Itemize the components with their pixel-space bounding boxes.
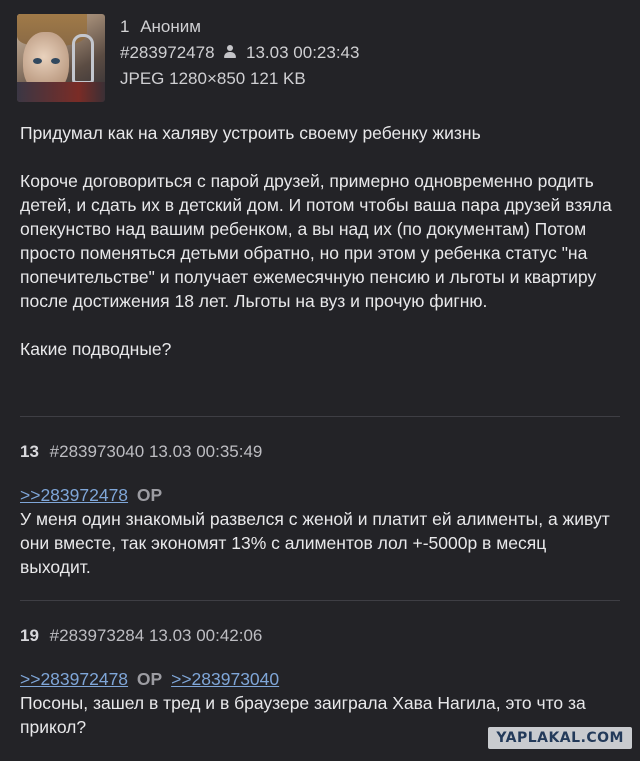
reply-link[interactable]: >>283973040 (171, 669, 279, 689)
post-timestamp: 13.03 00:35:49 (148, 442, 263, 461)
site-watermark: YAPLAKAL.COM (488, 727, 632, 749)
post-id[interactable]: #283972478 (120, 43, 215, 62)
divider (20, 416, 620, 417)
post-id[interactable]: #283973284 (50, 626, 145, 645)
reply-links: >>283972478 OP (20, 483, 620, 507)
op-paragraph: Придумал как на халяву устроить своему р… (20, 123, 481, 143)
reply-header: 19 #283973284 13.03 00:42:06 (20, 626, 262, 646)
reply-links: >>283972478 OP >>283973040 (20, 667, 620, 691)
reply-header: 13 #283973040 13.03 00:35:49 (20, 442, 262, 462)
op-paragraph: Какие подводные? (20, 339, 172, 359)
op-badge: OP (136, 669, 163, 689)
divider (20, 600, 620, 601)
reply-link[interactable]: >>283972478 (20, 669, 128, 689)
post-timestamp: 13.03 00:23:43 (246, 43, 360, 62)
op-text: Придумал как на халяву устроить своему р… (20, 121, 620, 385)
reply-body: >>283972478 OP У меня один знакомый разв… (20, 483, 620, 579)
post-number: 19 (20, 626, 39, 645)
op-image-thumbnail[interactable] (17, 14, 105, 102)
post-number: 1 (120, 17, 130, 36)
post-id[interactable]: #283973040 (50, 442, 145, 461)
post-number: 13 (20, 442, 39, 461)
reply-link[interactable]: >>283972478 (20, 485, 128, 505)
reply-text: У меня один знакомый развелся с женой и … (20, 509, 610, 577)
op-paragraph: Короче договориться с парой друзей, прим… (20, 171, 612, 311)
op-meta: 1 Аноним #283972478 13.03 00:23:43 JPEG … (120, 14, 359, 102)
op-badge: OP (136, 485, 163, 505)
person-icon (223, 45, 237, 59)
post-timestamp: 13.03 00:42:06 (148, 626, 263, 645)
author-name: Аноним (140, 17, 201, 36)
op-header: 1 Аноним #283972478 13.03 00:23:43 JPEG … (17, 14, 359, 102)
file-info: JPEG 1280×850 121 KB (120, 69, 306, 88)
